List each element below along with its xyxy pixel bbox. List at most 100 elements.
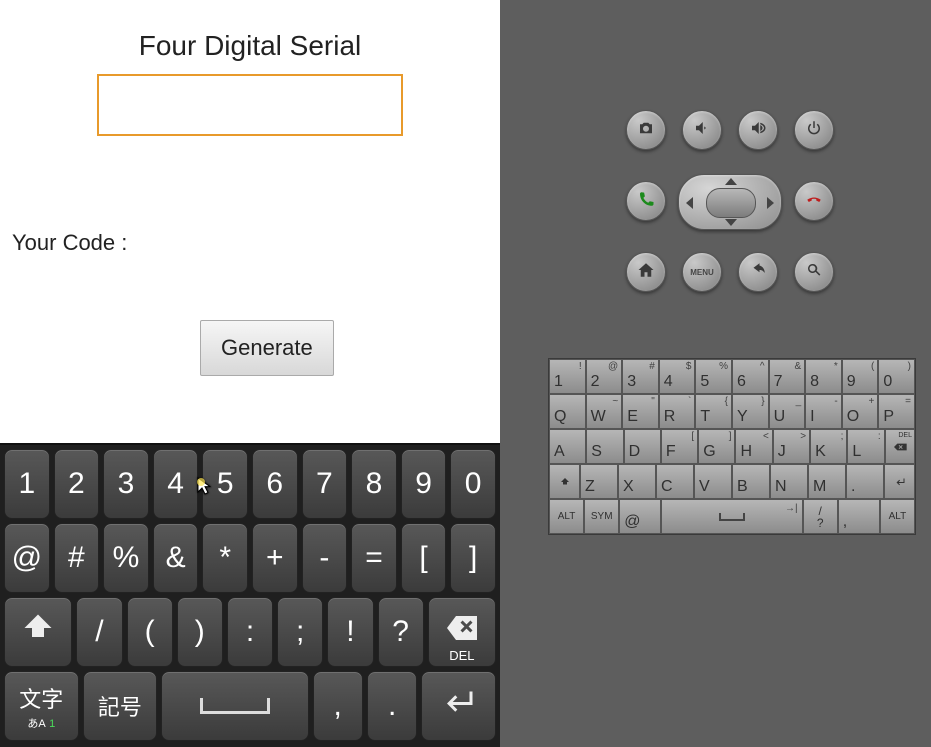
key-colon[interactable]: : [227,597,273,667]
key-1[interactable]: 1 [4,449,50,519]
hw-key-0[interactable]: 0) [878,359,915,394]
hw-key-enter[interactable] [884,464,915,499]
key-+[interactable]: + [252,523,298,593]
hw-key-N[interactable]: N [770,464,808,499]
hw-key-S[interactable]: S [586,429,623,464]
key-comma[interactable]: , [313,671,363,741]
key-%[interactable]: % [103,523,149,593]
hw-key-J[interactable]: J> [773,429,810,464]
hw-key-D[interactable]: D [624,429,661,464]
dpad-left-button[interactable] [686,197,693,209]
hw-key-alt-left[interactable]: ALT [549,499,584,534]
key-*[interactable]: * [202,523,248,593]
key-3[interactable]: 3 [103,449,149,519]
hw-key-F[interactable]: F[ [661,429,698,464]
hw-key-8[interactable]: 8* [805,359,842,394]
key-][interactable]: ] [450,523,496,593]
hw-key-9[interactable]: 9( [842,359,879,394]
hw-key-B[interactable]: B [732,464,770,499]
key--[interactable]: - [302,523,348,593]
key-&[interactable]: & [153,523,199,593]
hw-key-P[interactable]: P= [878,394,915,429]
dpad-right-button[interactable] [767,197,774,209]
hw-key-6[interactable]: 6^ [732,359,769,394]
hw-key-X[interactable]: X [618,464,656,499]
serial-input[interactable] [97,74,403,136]
key-2[interactable]: 2 [54,449,100,519]
call-button[interactable] [626,181,666,221]
hw-key-W[interactable]: W~ [586,394,623,429]
camera-button[interactable] [626,110,666,150]
dpad-center-button[interactable] [706,188,756,218]
key-symbols[interactable]: 記号 [83,671,158,741]
hw-key-shift[interactable] [549,464,580,499]
key-delete[interactable]: DEL [428,597,496,667]
key-@[interactable]: @ [4,523,50,593]
key-4[interactable]: 4 [153,449,199,519]
hw-key-comma[interactable]: , [838,499,880,534]
key-left-paren[interactable]: ( [127,597,173,667]
key-[[interactable]: [ [401,523,447,593]
hw-key-H[interactable]: H< [735,429,772,464]
hw-key-sym[interactable]: SYM [584,499,619,534]
back-button[interactable] [738,252,778,292]
key-8[interactable]: 8 [351,449,397,519]
hw-key-1[interactable]: 1! [549,359,586,394]
end-call-button[interactable] [794,181,834,221]
hw-key-5[interactable]: 5% [695,359,732,394]
key-shift[interactable] [4,597,72,667]
volume-up-button[interactable] [738,110,778,150]
hw-key-M[interactable]: M [808,464,846,499]
home-button[interactable] [626,252,666,292]
key-period[interactable]: . [367,671,417,741]
hw-key-Z[interactable]: Z [580,464,618,499]
key-0[interactable]: 0 [450,449,496,519]
hw-key-U[interactable]: U_ [769,394,806,429]
key-slash[interactable]: / [76,597,122,667]
dpad-down-button[interactable] [725,219,737,226]
key-enter[interactable] [421,671,496,741]
key-7[interactable]: 7 [302,449,348,519]
menu-button[interactable]: MENU [682,252,722,292]
key-#[interactable]: # [54,523,100,593]
dpad-up-button[interactable] [725,178,737,185]
shift-up-icon [557,476,573,488]
key-semicolon[interactable]: ; [277,597,323,667]
volume-down-button[interactable] [682,110,722,150]
key-exclaim[interactable]: ! [327,597,373,667]
key-5[interactable]: 5 [202,449,248,519]
hw-key-E[interactable]: E" [622,394,659,429]
generate-button[interactable]: Generate [200,320,334,376]
hw-key-L[interactable]: L: [847,429,884,464]
hw-key-Y[interactable]: Y} [732,394,769,429]
key-right-paren[interactable]: ) [177,597,223,667]
power-button[interactable] [794,110,834,150]
key-=[interactable]: = [351,523,397,593]
hw-key-2[interactable]: 2@ [586,359,623,394]
hw-key-R[interactable]: R` [659,394,696,429]
hw-key-space[interactable]: →| [661,499,802,534]
hw-key-I[interactable]: I- [805,394,842,429]
hw-key-A[interactable]: A [549,429,586,464]
hw-key-C[interactable]: C [656,464,694,499]
hw-key-K[interactable]: K; [810,429,847,464]
hw-key-slash[interactable]: /? [803,499,838,534]
hw-key-V[interactable]: V [694,464,732,499]
key-question[interactable]: ? [378,597,424,667]
hw-key-T[interactable]: T{ [695,394,732,429]
hw-key-Q[interactable]: Q [549,394,586,429]
hw-key-7[interactable]: 7& [769,359,806,394]
key-mode[interactable]: 文字 あA 1 [4,671,79,741]
hw-key-alt-right[interactable]: ALT [880,499,915,534]
search-button[interactable] [794,252,834,292]
hw-key-at[interactable]: @ [619,499,661,534]
hw-key-delete[interactable]: DEL [885,429,915,464]
key-9[interactable]: 9 [401,449,447,519]
hw-key-4[interactable]: 4$ [659,359,696,394]
hw-key-3[interactable]: 3# [622,359,659,394]
hw-key-.[interactable]: . [846,464,884,499]
key-space[interactable] [161,671,308,741]
hw-key-O[interactable]: O+ [842,394,879,429]
hw-key-G[interactable]: G] [698,429,735,464]
key-6[interactable]: 6 [252,449,298,519]
